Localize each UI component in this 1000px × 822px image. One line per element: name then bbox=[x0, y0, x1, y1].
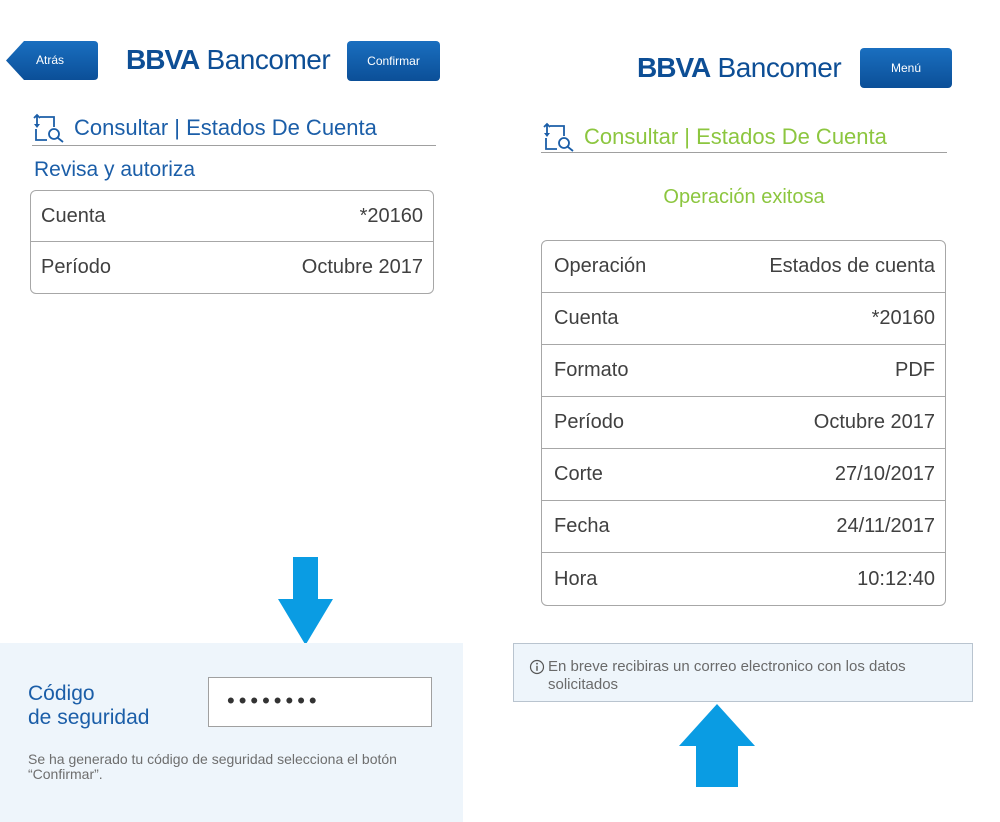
details-row: Hora 10:12:40 bbox=[542, 553, 945, 605]
row-value: 27/10/2017 bbox=[834, 463, 935, 485]
row-value: Octubre 2017 bbox=[813, 411, 935, 433]
row-label: Operación bbox=[554, 255, 647, 277]
subtitle: Revisa y autoriza bbox=[34, 158, 196, 181]
back-button-label: Atrás bbox=[36, 53, 65, 67]
details-row: Fecha 24/11/2017 bbox=[542, 501, 945, 553]
bbva-logo: BBVA Bancomer bbox=[637, 52, 842, 83]
divider bbox=[541, 152, 947, 153]
details-row: Operación Estados de cuenta bbox=[542, 241, 945, 293]
info-icon bbox=[529, 659, 545, 675]
security-code-input[interactable]: •••••••• bbox=[208, 677, 432, 727]
details-row: Período Octubre 2017 bbox=[542, 397, 945, 449]
details-row: Formato PDF bbox=[542, 345, 945, 397]
row-label: Corte bbox=[554, 463, 603, 485]
up-arrow-icon bbox=[679, 704, 755, 787]
summary-row-period: Período Octubre 2017 bbox=[31, 242, 433, 293]
row-label: Cuenta bbox=[554, 307, 619, 329]
row-label: Cuenta bbox=[41, 204, 106, 227]
row-label: Período bbox=[554, 411, 625, 433]
down-arrow-icon bbox=[278, 557, 333, 645]
search-document-icon bbox=[33, 113, 64, 143]
row-value: 10:12:40 bbox=[857, 567, 935, 590]
security-panel bbox=[0, 643, 463, 822]
security-hint: Se ha generado tu código de seguridad se… bbox=[28, 751, 397, 782]
row-value: Octubre 2017 bbox=[301, 256, 423, 278]
section-title-text: Consultar | Estados De Cuenta bbox=[584, 124, 887, 149]
summary-card: Cuenta *20160 Período Octubre 2017 bbox=[30, 190, 434, 294]
details-row: Corte 27/10/2017 bbox=[542, 449, 945, 501]
security-code-label: Código de seguridad bbox=[28, 682, 188, 730]
row-label: Fecha bbox=[554, 515, 610, 537]
row-value: *20160 bbox=[359, 204, 423, 227]
row-label: Período bbox=[41, 256, 112, 278]
back-button[interactable]: Atrás bbox=[6, 41, 98, 80]
search-document-icon bbox=[543, 122, 574, 152]
row-label: Hora bbox=[554, 567, 598, 590]
success-message: Operación exitosa bbox=[663, 186, 825, 208]
notice-text: En breve recibiras un correo electronico… bbox=[548, 658, 906, 693]
security-code-label-line2: de seguridad bbox=[28, 706, 150, 729]
menu-button[interactable]: Menú bbox=[860, 48, 952, 88]
divider bbox=[32, 145, 436, 146]
row-value: PDF bbox=[895, 359, 935, 381]
bbva-logo: BBVA Bancomer bbox=[126, 44, 331, 75]
row-value: 24/11/2017 bbox=[836, 515, 935, 537]
section-title-text: Consultar | Estados De Cuenta bbox=[74, 115, 377, 140]
summary-row-account: Cuenta *20160 bbox=[31, 191, 433, 242]
section-title: Consultar | Estados De Cuenta bbox=[32, 113, 377, 143]
details-row: Cuenta *20160 bbox=[542, 293, 945, 345]
row-value: *20160 bbox=[871, 307, 935, 329]
row-value: Estados de cuenta bbox=[769, 255, 935, 277]
section-title: Consultar | Estados De Cuenta bbox=[542, 122, 887, 152]
email-notice: En breve recibiras un correo electronico… bbox=[513, 643, 973, 702]
details-card: Operación Estados de cuenta Cuenta *20160 … bbox=[541, 240, 946, 606]
confirm-button[interactable]: Confirmar bbox=[347, 41, 440, 81]
row-label: Formato bbox=[554, 359, 629, 381]
security-code-label-line1: Código bbox=[28, 682, 95, 705]
